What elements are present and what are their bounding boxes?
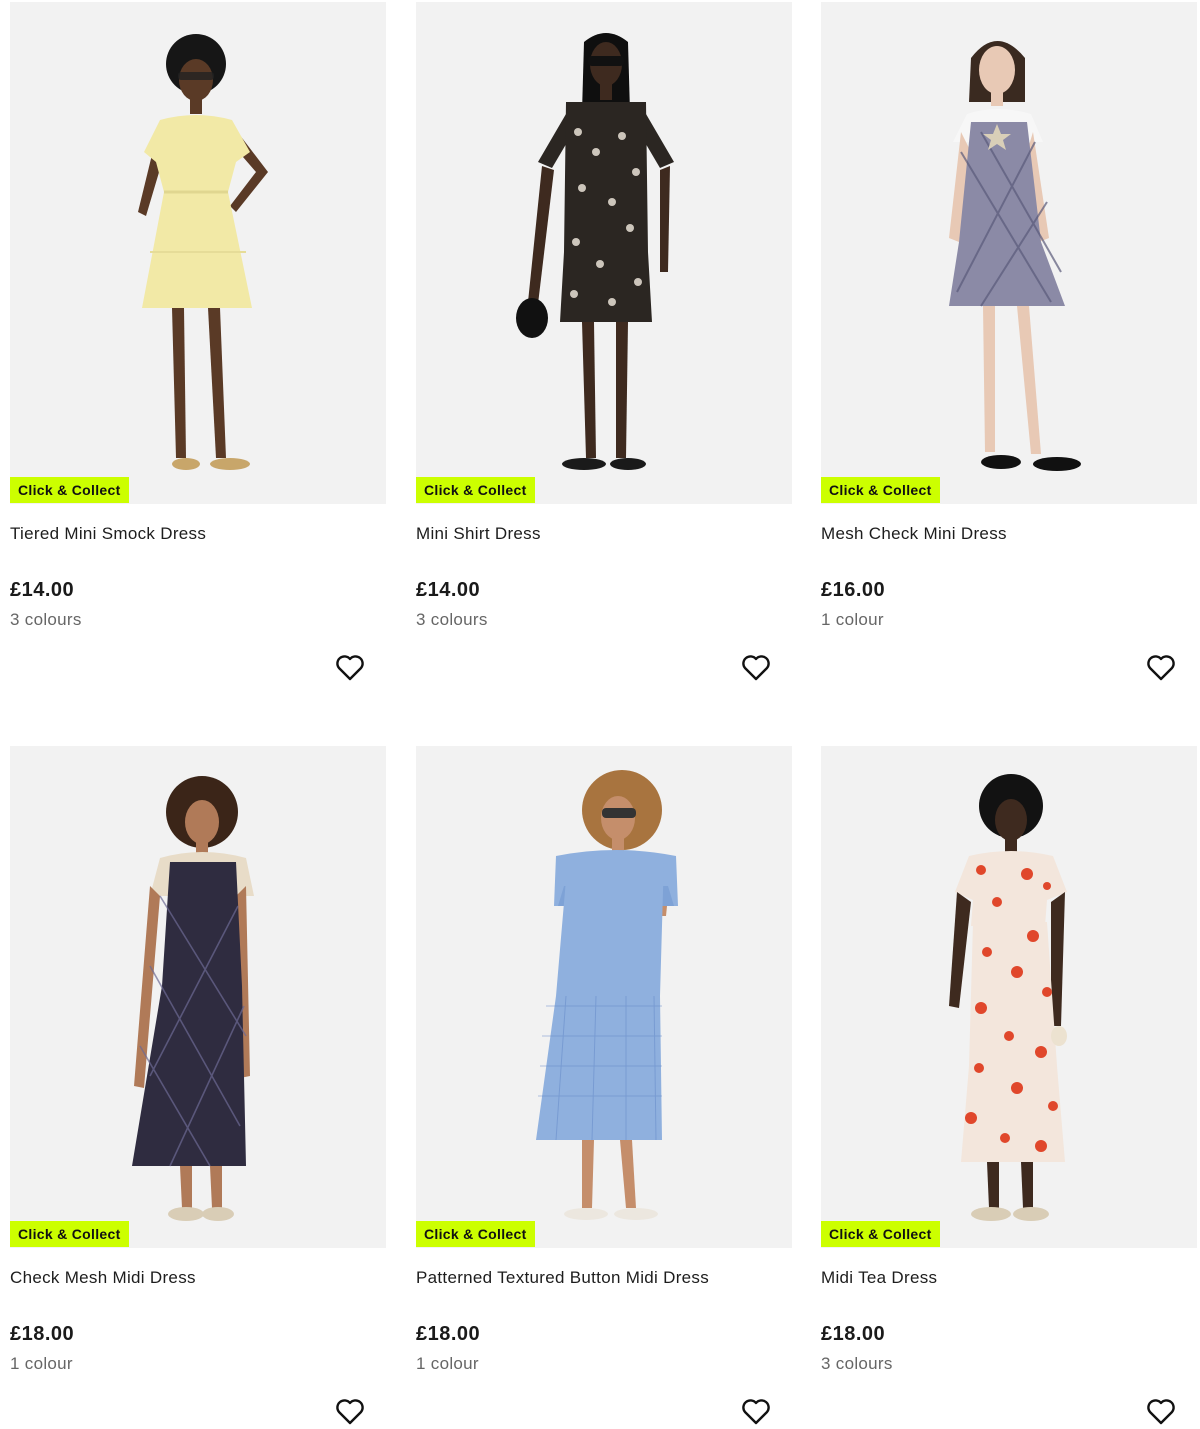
product-colour-count: 1 colour	[416, 1354, 479, 1373]
product-grid: Click & Collect Tiered Mini Smock Dress …	[0, 0, 1200, 1429]
heart-outline-icon	[336, 1399, 364, 1425]
click-collect-badge: Click & Collect	[821, 1221, 940, 1247]
heart-outline-icon	[742, 655, 770, 681]
product-price: £18.00	[821, 1323, 886, 1345]
product-colour-count: 1 colour	[10, 1354, 73, 1373]
product-title[interactable]: Check Mesh Midi Dress	[10, 1268, 196, 1288]
product-card[interactable]: Click & Collect Tiered Mini Smock Dress …	[10, 2, 386, 722]
product-colour-count: 3 colours	[821, 1354, 893, 1373]
product-title[interactable]: Tiered Mini Smock Dress	[10, 524, 206, 544]
product-card[interactable]: Click & Collect Midi Tea Dress £18.00 3 …	[821, 746, 1197, 1429]
product-price: £16.00	[821, 579, 886, 601]
product-image[interactable]: Click & Collect	[10, 2, 386, 504]
product-title[interactable]: Midi Tea Dress	[821, 1268, 937, 1288]
product-colour-count: 1 colour	[821, 610, 884, 629]
heart-outline-icon	[742, 1399, 770, 1425]
product-image[interactable]: Click & Collect	[416, 2, 792, 504]
model-illustration	[416, 2, 792, 504]
model-illustration	[416, 746, 792, 1248]
wishlist-button[interactable]	[332, 650, 368, 686]
product-card[interactable]: Click & Collect Patterned Textured Butto…	[416, 746, 792, 1429]
wishlist-button[interactable]	[738, 1394, 774, 1429]
product-colour-count: 3 colours	[10, 610, 82, 629]
click-collect-badge: Click & Collect	[10, 1221, 129, 1247]
model-illustration	[821, 746, 1197, 1248]
product-card[interactable]: Click & Collect Mesh Check Mini Dress £1…	[821, 2, 1197, 722]
heart-outline-icon	[336, 655, 364, 681]
product-card[interactable]: Click & Collect Mini Shirt Dress £14.00 …	[416, 2, 792, 722]
wishlist-button[interactable]	[1143, 650, 1179, 686]
model-illustration	[10, 2, 386, 504]
product-card[interactable]: Click & Collect Check Mesh Midi Dress £1…	[10, 746, 386, 1429]
click-collect-badge: Click & Collect	[416, 477, 535, 503]
product-price: £18.00	[10, 1323, 75, 1345]
product-price: £18.00	[416, 1323, 481, 1345]
click-collect-badge: Click & Collect	[416, 1221, 535, 1247]
product-title[interactable]: Mini Shirt Dress	[416, 524, 541, 544]
wishlist-button[interactable]	[738, 650, 774, 686]
product-title[interactable]: Patterned Textured Button Midi Dress	[416, 1268, 709, 1288]
product-price: £14.00	[416, 579, 481, 601]
heart-outline-icon	[1147, 1399, 1175, 1425]
product-image[interactable]: Click & Collect	[821, 2, 1197, 504]
product-title[interactable]: Mesh Check Mini Dress	[821, 524, 1007, 544]
product-price: £14.00	[10, 579, 75, 601]
heart-outline-icon	[1147, 655, 1175, 681]
model-illustration	[10, 746, 386, 1248]
product-colour-count: 3 colours	[416, 610, 488, 629]
product-image[interactable]: Click & Collect	[416, 746, 792, 1248]
wishlist-button[interactable]	[332, 1394, 368, 1429]
wishlist-button[interactable]	[1143, 1394, 1179, 1429]
click-collect-badge: Click & Collect	[10, 477, 129, 503]
click-collect-badge: Click & Collect	[821, 477, 940, 503]
model-illustration	[821, 2, 1197, 504]
product-image[interactable]: Click & Collect	[821, 746, 1197, 1248]
product-image[interactable]: Click & Collect	[10, 746, 386, 1248]
